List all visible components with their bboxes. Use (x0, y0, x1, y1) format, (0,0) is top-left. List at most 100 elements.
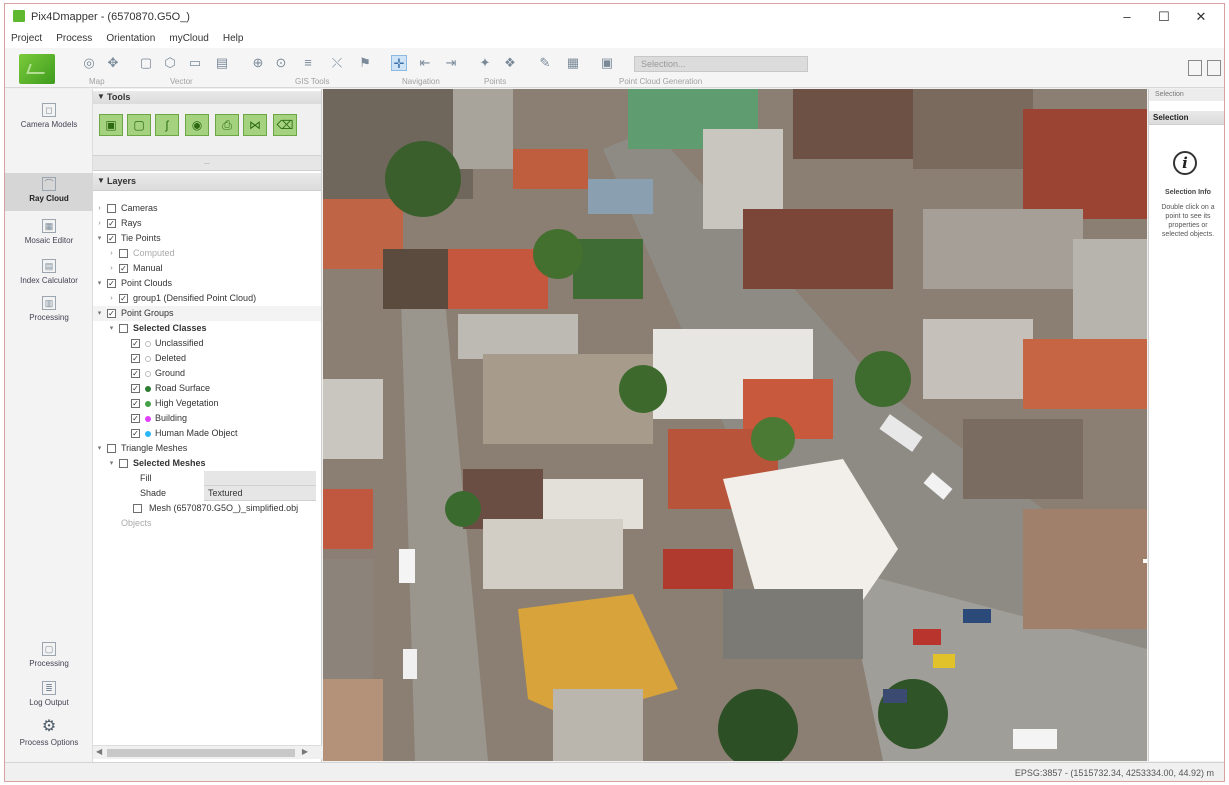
layer-row[interactable]: ✓ High Vegetation (93, 396, 321, 411)
layer-checkbox[interactable]: ✓ (119, 294, 128, 303)
text-icon[interactable]: ≡ (300, 55, 316, 71)
layer-row[interactable]: ✓ Unclassified (93, 336, 321, 351)
objects-row[interactable]: Objects (93, 516, 321, 531)
mesh-item-row[interactable]: Mesh (6570870.G5O_)_simplified.obj (93, 501, 321, 516)
layer-row[interactable]: ✓ Road Surface (93, 381, 321, 396)
expand-toggle-icon[interactable]: ▾ (95, 276, 104, 291)
layer-checkbox[interactable]: ✓ (131, 384, 140, 393)
layer-row[interactable]: ▾ Selected Meshes (93, 456, 321, 471)
tool-clear-icon[interactable]: ⌫ (273, 114, 297, 136)
scroll-left-icon[interactable]: ◀ (96, 747, 102, 756)
layer-row[interactable]: ✓ Deleted (93, 351, 321, 366)
sidebar-item-mosaic-editor[interactable]: ▦ Mosaic Editor (5, 219, 93, 255)
maximize-button[interactable]: ☐ (1147, 7, 1181, 27)
tool-select-icon[interactable]: ▣ (99, 114, 123, 136)
expand-toggle-icon[interactable]: › (107, 246, 116, 261)
point-edit-icon[interactable]: ❖ (502, 55, 518, 71)
flag-icon[interactable]: ⚑ (357, 55, 373, 71)
shape-icon[interactable]: ▢ (138, 55, 154, 71)
mesh-checkbox[interactable] (133, 504, 142, 513)
tool-merge-icon[interactable]: ⋈ (243, 114, 267, 136)
layer-row[interactable]: › Cameras (93, 201, 321, 216)
expand-toggle-icon[interactable]: › (95, 216, 104, 231)
menu-mycloud[interactable]: myCloud (163, 30, 213, 44)
expand-toggle-icon[interactable]: › (107, 261, 116, 276)
layer-checkbox[interactable] (107, 204, 116, 213)
expand-toggle-icon[interactable]: ▾ (95, 231, 104, 246)
tool-rect-icon[interactable]: ▢ (127, 114, 151, 136)
pix4d-logo-icon[interactable] (19, 54, 55, 84)
expand-toggle-icon[interactable]: › (107, 291, 116, 306)
mesh-property-value[interactable]: Textured (204, 486, 316, 501)
layer-checkbox[interactable]: ✓ (107, 279, 116, 288)
layer-checkbox[interactable]: ✓ (107, 234, 116, 243)
tool-print-icon[interactable]: ⎙ (215, 114, 239, 136)
select-icon[interactable]: ▣ (599, 55, 615, 71)
layer-checkbox[interactable]: ✓ (131, 369, 140, 378)
sidebar-item-index-calculator[interactable]: ▤ Index Calculator (5, 259, 93, 297)
globe-icon[interactable]: ◎ (81, 55, 97, 71)
layer-checkbox[interactable]: ✓ (131, 399, 140, 408)
move-left-icon[interactable]: ⇤ (417, 55, 433, 71)
layer-checkbox[interactable]: ✓ (119, 264, 128, 273)
target-icon[interactable]: ⊙ (273, 55, 289, 71)
layer-checkbox[interactable] (119, 459, 128, 468)
layer-row[interactable]: ✓ Building (93, 411, 321, 426)
layer-row[interactable]: ▾ ✓ Tie Points (93, 231, 321, 246)
layer-row[interactable]: ▾ Selected Classes (93, 321, 321, 336)
window-layout-icon[interactable] (1207, 60, 1221, 76)
minimize-button[interactable]: – (1110, 7, 1144, 27)
layer-row[interactable]: › ✓ Manual (93, 261, 321, 276)
layer-row[interactable]: ▾ ✓ Point Groups (93, 306, 321, 321)
menu-orientation[interactable]: Orientation (100, 30, 160, 44)
ray-cloud-3d-view[interactable] (323, 89, 1147, 761)
scroll-thumb[interactable] (107, 749, 295, 757)
menu-project[interactable]: Project (5, 30, 47, 44)
expand-toggle-icon[interactable]: ▾ (107, 456, 116, 471)
sidebar-item-camera-models[interactable]: ◻ Camera Models (5, 103, 93, 145)
selection-panel-header[interactable]: Selection (1149, 111, 1224, 125)
export-icon[interactable] (1188, 60, 1202, 76)
tools-panel-header[interactable]: ▼ Tools (93, 91, 321, 105)
layers-panel-header[interactable]: ▼ Layers (93, 173, 321, 191)
layer-row[interactable]: › ✓ Rays (93, 216, 321, 231)
grid-icon[interactable]: ▤ (214, 55, 230, 71)
layer-checkbox[interactable] (119, 324, 128, 333)
panel-splitter[interactable]: ... (93, 155, 321, 171)
layer-row[interactable]: ▾ ✓ Point Clouds (93, 276, 321, 291)
layer-checkbox[interactable] (107, 444, 116, 453)
layer-icon[interactable]: ▭ (187, 55, 203, 71)
layer-checkbox[interactable]: ✓ (107, 219, 116, 228)
orbit-icon[interactable]: ✥ (105, 55, 121, 71)
close-button[interactable]: ✕ (1184, 7, 1218, 27)
layer-row[interactable]: › Computed (93, 246, 321, 261)
layer-row[interactable]: ✓ Ground (93, 366, 321, 381)
point-add-icon[interactable]: ✦ (477, 55, 493, 71)
layer-checkbox[interactable]: ✓ (131, 429, 140, 438)
expand-toggle-icon[interactable]: › (95, 201, 104, 216)
layer-checkbox[interactable]: ✓ (131, 354, 140, 363)
horizontal-scrollbar[interactable]: ◀ ▶ (93, 745, 322, 759)
tool-lasso-icon[interactable]: ʃ (155, 114, 179, 136)
table-icon[interactable]: ▦ (565, 55, 581, 71)
layer-checkbox[interactable] (119, 249, 128, 258)
mesh-property-value[interactable] (204, 471, 316, 486)
sidebar-item-process[interactable]: ▢ Processing (5, 642, 93, 672)
ruler-icon[interactable]: ⤬ (329, 55, 345, 71)
sidebar-item-log-output[interactable]: ≣ Log Output (5, 681, 93, 713)
expand-toggle-icon[interactable]: ▾ (95, 306, 104, 321)
scroll-right-icon[interactable]: ▶ (302, 747, 308, 756)
brush-icon[interactable]: ✎ (537, 55, 553, 71)
move-right-icon[interactable]: ⇥ (443, 55, 459, 71)
layer-row[interactable]: ▾ Triangle Meshes (93, 441, 321, 456)
selection-combo[interactable]: Selection... (634, 56, 808, 72)
menu-help[interactable]: Help (217, 30, 249, 44)
expand-toggle-icon[interactable]: ▾ (107, 321, 116, 336)
polygon-icon[interactable]: ⬡ (162, 55, 178, 71)
sidebar-item-process-options[interactable]: ⚙ Process Options (5, 719, 93, 759)
sidebar-item-processing[interactable]: ▥ Processing (5, 296, 93, 344)
expand-toggle-icon[interactable]: ▾ (95, 441, 104, 456)
navigate-icon[interactable]: ✛ (391, 55, 407, 71)
layer-checkbox[interactable]: ✓ (131, 339, 140, 348)
layer-checkbox[interactable]: ✓ (107, 309, 116, 318)
